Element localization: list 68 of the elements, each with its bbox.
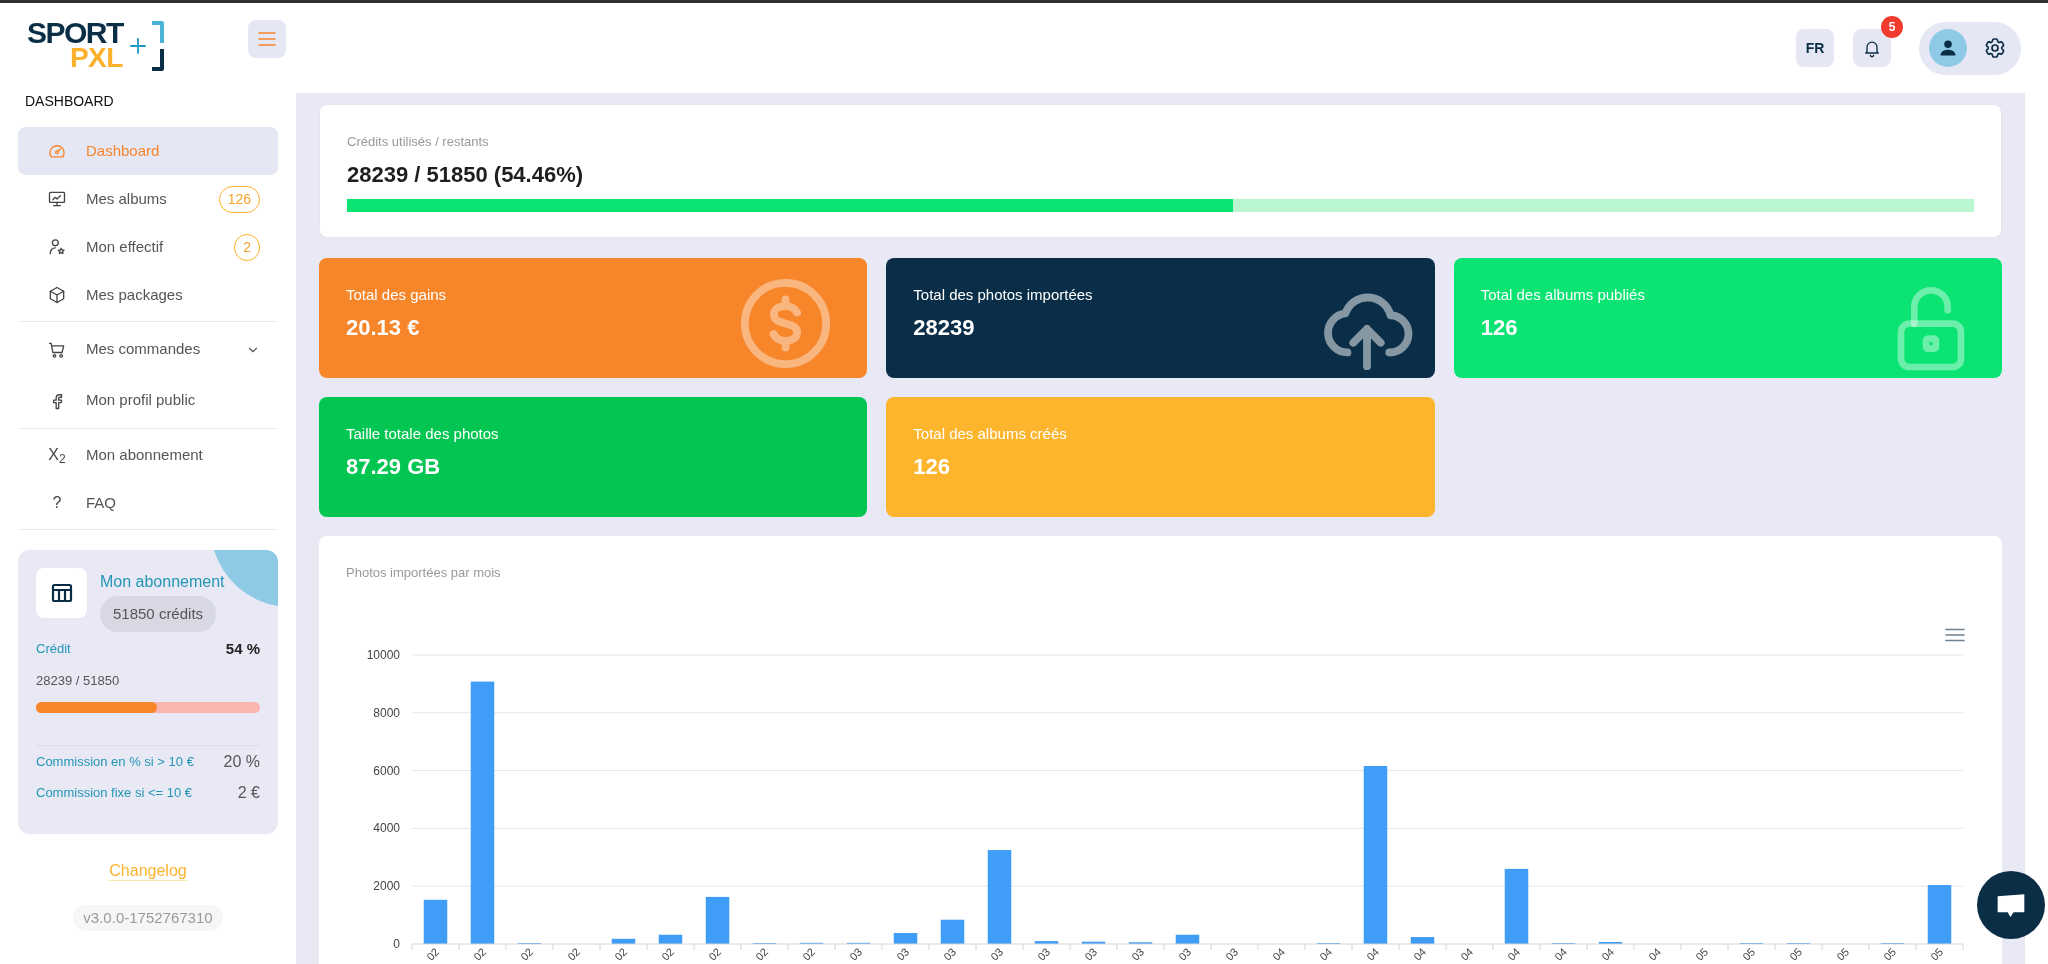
axis-label: 03 bbox=[847, 945, 865, 962]
credits-value: 28239 / 51850 (54.46%) bbox=[347, 161, 584, 189]
axis-label: 0 bbox=[393, 937, 400, 951]
axis-label: 04 bbox=[1646, 945, 1664, 962]
credit-ratio: 28239 / 51850 bbox=[36, 672, 120, 690]
axis-label: 05 bbox=[1693, 945, 1711, 962]
axis-label: 02 bbox=[706, 945, 724, 962]
axis-label: 04 bbox=[1458, 945, 1476, 962]
stat-title: Total des albums publiés bbox=[1480, 286, 1645, 304]
commission-value: 2 € bbox=[237, 782, 260, 803]
axis-label: 05 bbox=[1740, 945, 1758, 962]
axis-label: 04 bbox=[1364, 945, 1382, 962]
axis-label: 02 bbox=[518, 945, 536, 962]
axis-label: 02 bbox=[612, 945, 630, 962]
axis-label: 03 bbox=[988, 945, 1006, 962]
axis-label: 8000 bbox=[373, 705, 400, 720]
chart-title: Photos importées par mois bbox=[346, 565, 501, 581]
plan-title: Mon abonnement bbox=[100, 572, 225, 592]
nav-glyph: ? bbox=[51, 493, 63, 513]
axis-label: 03 bbox=[1129, 945, 1147, 962]
logo-text: SPORT bbox=[27, 20, 123, 46]
axis-label: 05 bbox=[1881, 945, 1899, 962]
axis-label: 02 bbox=[753, 945, 771, 962]
stat-value: 20.13 € bbox=[346, 315, 420, 341]
credit-label: Crédit bbox=[36, 640, 71, 659]
section-heading: DASHBOARD bbox=[25, 92, 114, 111]
stat-value: 87.29 GB bbox=[346, 454, 441, 480]
axis-label: 6000 bbox=[373, 763, 400, 778]
axis-label: 04 bbox=[1270, 945, 1288, 962]
logo-text: PXL bbox=[69, 46, 123, 70]
axis-label: 02 bbox=[471, 945, 489, 962]
axis-label: 04 bbox=[1317, 945, 1335, 962]
nav-glyph: X$_{2}$ bbox=[47, 445, 67, 465]
stat-title: Total des photos importées bbox=[913, 286, 1093, 304]
axis-label: 04 bbox=[1552, 945, 1570, 962]
commission-label: Commission fixe si <= 10 € bbox=[36, 783, 193, 802]
stat-title: Total des albums créés bbox=[913, 425, 1067, 443]
axis-label: 03 bbox=[1035, 945, 1053, 962]
stat-value: 28239 bbox=[913, 315, 975, 341]
notification-badge: 5 bbox=[1881, 16, 1903, 38]
credits-pill: 51850 crédits bbox=[100, 596, 217, 632]
axis-label: 05 bbox=[1787, 945, 1805, 962]
axis-label: 02 bbox=[659, 945, 677, 962]
axis-label: 02 bbox=[565, 945, 583, 962]
axis-label: 04 bbox=[1411, 945, 1429, 962]
axis-label: 04 bbox=[1505, 945, 1523, 962]
axis-label: 2000 bbox=[373, 879, 400, 894]
axis-label: 10000 bbox=[366, 648, 400, 662]
axis-label: 02 bbox=[800, 945, 818, 962]
axis-label: 03 bbox=[1223, 945, 1241, 962]
axis-label: 04 bbox=[1599, 945, 1617, 962]
commission-label: Commission en % si > 10 € bbox=[36, 752, 194, 771]
axis-label: 05 bbox=[1834, 945, 1852, 962]
stat-title: Taille totale des photos bbox=[346, 425, 499, 443]
stat-title: Total des gains bbox=[346, 286, 447, 304]
axis-label: 03 bbox=[894, 945, 912, 962]
axis-label: 4000 bbox=[373, 821, 400, 836]
axis-label: 05 bbox=[1928, 945, 1946, 962]
axis-label: 03 bbox=[1176, 945, 1194, 962]
stat-value: 126 bbox=[913, 454, 951, 480]
card-label: Crédits utilisés / restants bbox=[347, 134, 489, 150]
version-label: v3.0.0-1752767310 bbox=[73, 905, 223, 931]
axis-label: 02 bbox=[424, 945, 442, 962]
axis-label: 03 bbox=[1082, 945, 1100, 962]
credit-percent: 54 % bbox=[225, 638, 260, 659]
axis-label: 03 bbox=[941, 945, 959, 962]
commission-value: 20 % bbox=[223, 751, 260, 772]
stat-value: 126 bbox=[1480, 315, 1518, 341]
